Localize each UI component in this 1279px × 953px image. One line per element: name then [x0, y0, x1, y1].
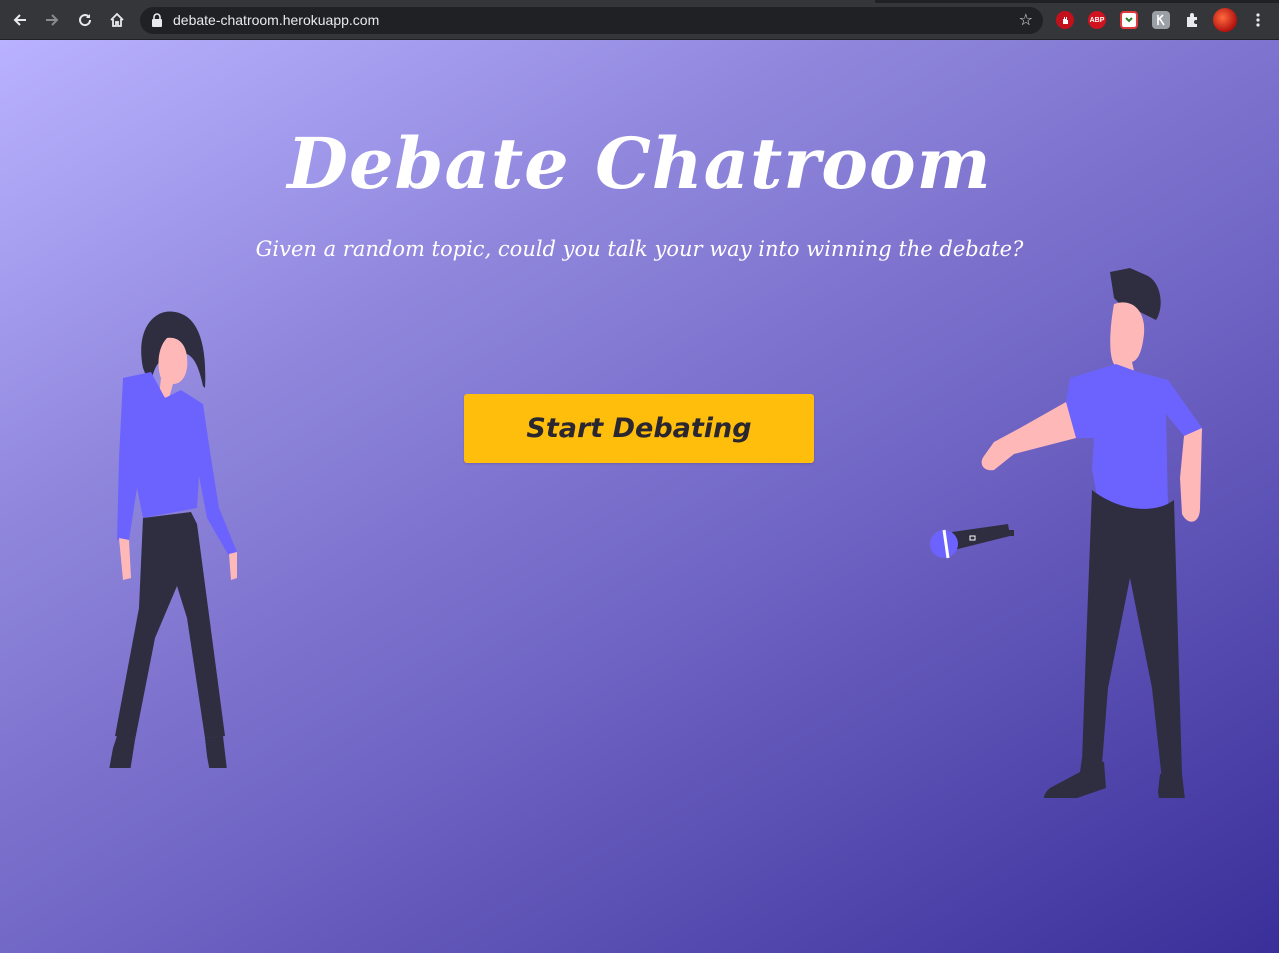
home-icon [110, 12, 124, 27]
browser-menu-button[interactable] [1246, 8, 1270, 32]
forward-button[interactable] [40, 8, 64, 32]
adblock-icon[interactable] [1056, 11, 1074, 29]
tab-manager-icon[interactable] [1152, 11, 1170, 29]
url-text: debate-chatroom.herokuapp.com [173, 12, 380, 28]
microphone-icon [930, 524, 1014, 559]
man-illustration [930, 268, 1202, 798]
tab-strip-edge [0, 0, 1279, 3]
pocket-icon[interactable] [1120, 11, 1138, 29]
abp-icon[interactable]: ABP [1088, 11, 1106, 29]
extensions-puzzle-icon[interactable] [1183, 11, 1201, 29]
page-title: Debate Chatroom [287, 122, 992, 205]
arrow-left-icon [13, 14, 26, 26]
bookmark-star-icon[interactable]: ☆ [1019, 10, 1033, 29]
abp-label: ABP [1089, 16, 1105, 24]
active-tab-edge[interactable] [0, 0, 875, 3]
browser-toolbar: debate-chatroom.herokuapp.com ☆ ABP [0, 0, 1279, 40]
landing-page: Debate Chatroom Given a random topic, co… [0, 40, 1279, 953]
kebab-menu-icon [1256, 13, 1260, 27]
address-bar[interactable]: debate-chatroom.herokuapp.com ☆ [140, 7, 1043, 34]
reload-icon [79, 14, 92, 27]
arrow-right-icon [46, 14, 59, 26]
woman-illustration [109, 311, 237, 768]
lock-icon [152, 13, 162, 27]
profile-avatar[interactable] [1213, 8, 1237, 32]
start-debating-button[interactable]: Start Debating [464, 394, 814, 463]
home-button[interactable] [105, 8, 129, 32]
page-subtitle: Given a random topic, could you talk you… [255, 237, 1024, 261]
reload-button[interactable] [73, 8, 97, 32]
back-button[interactable] [8, 8, 32, 32]
